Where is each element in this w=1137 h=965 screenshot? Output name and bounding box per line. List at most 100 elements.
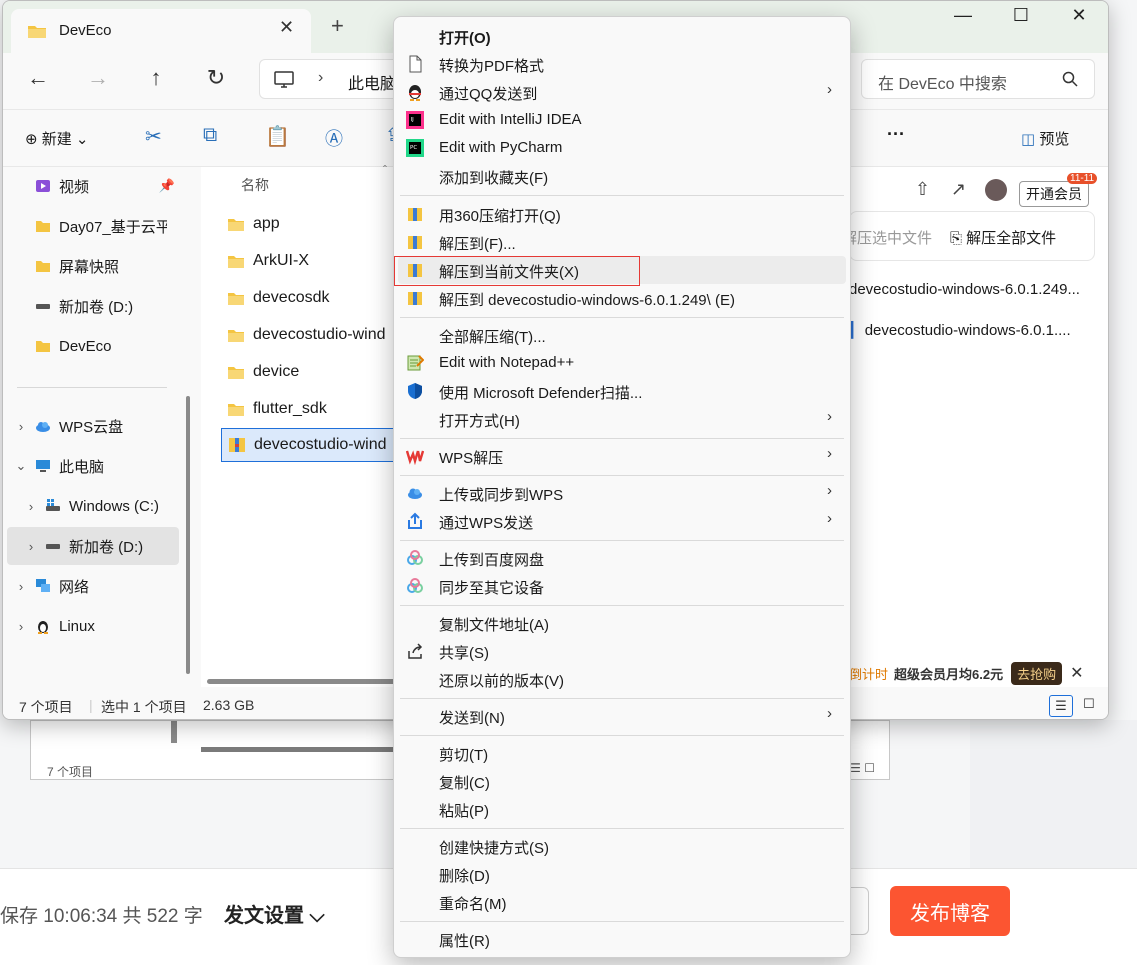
close-window-button[interactable]: ✕	[1059, 5, 1099, 26]
chevron-right-icon[interactable]: ›	[7, 419, 35, 434]
file-row[interactable]: flutter_sdk	[221, 392, 401, 426]
file-row[interactable]: devecostudio-wind	[221, 318, 401, 352]
share-icon[interactable]: ↗	[951, 179, 966, 200]
svg-text:PC: PC	[410, 145, 417, 151]
sidebar-item-windows-c[interactable]: › Windows (C:)	[7, 487, 179, 525]
column-header-name[interactable]: 名称	[241, 175, 269, 195]
menu-item-extract-to[interactable]: 解压到(F)...	[398, 228, 846, 256]
chevron-right-icon[interactable]: ›	[7, 619, 35, 634]
chevron-right-icon[interactable]: ›	[17, 499, 45, 514]
chevron-right-icon[interactable]: ›	[17, 539, 45, 554]
more-options-icon[interactable]: ···	[887, 124, 905, 145]
menu-item-sync-devices[interactable]: 同步至其它设备	[398, 572, 846, 600]
menu-item-pycharm[interactable]: PC Edit with PyCharm	[398, 134, 846, 162]
extract-selected-button[interactable]: 解压选中文件	[842, 227, 932, 248]
menu-item-baidu-upload[interactable]: 上传到百度网盘	[398, 544, 846, 572]
promo-buy-button[interactable]: 去抢购	[1011, 661, 1063, 685]
rename-icon[interactable]: Ⓐ	[325, 125, 343, 151]
menu-item-open[interactable]: 打开(O)	[398, 22, 846, 50]
sidebar-item-drive-d-quick[interactable]: 新加卷 (D:)	[7, 287, 179, 325]
sidebar-item-linux[interactable]: › Linux	[7, 607, 179, 645]
chevron-down-icon[interactable]: ⌄	[7, 458, 35, 474]
menu-item-extract-named[interactable]: 解压到 devecostudio-windows-6.0.1.249\ (E)	[398, 284, 846, 312]
archive-icon	[408, 208, 422, 221]
ghost-scrollbar	[201, 747, 411, 752]
menu-item-notepad[interactable]: Edit with Notepad++	[398, 349, 846, 377]
menu-item-upload-wps[interactable]: 上传或同步到WPS ›	[398, 479, 846, 507]
menu-item-open-with[interactable]: 打开方式(H) ›	[398, 405, 846, 433]
menu-item-extract-all[interactable]: 全部解压缩(T)...	[398, 321, 846, 349]
file-row[interactable]: devecosdk	[221, 281, 401, 315]
sidebar-item-this-pc[interactable]: ⌄ 此电脑	[7, 447, 179, 485]
paste-icon[interactable]: 📋	[265, 124, 290, 149]
menu-item-copy-path[interactable]: 复制文件地址(A)	[398, 609, 846, 637]
copy-icon[interactable]: ⧉	[203, 124, 217, 147]
sidebar-item-drive-d[interactable]: › 新加卷 (D:)	[7, 527, 179, 565]
sidebar-item-deveco[interactable]: DevEco	[7, 327, 179, 365]
menu-item-add-favorites[interactable]: 添加到收藏夹(F)	[398, 162, 846, 190]
tab-deveco[interactable]: DevEco ✕	[11, 9, 311, 53]
menu-item-restore[interactable]: 还原以前的版本(V)	[398, 665, 846, 693]
sidebar-item-wps-cloud[interactable]: › WPS云盘	[7, 407, 179, 445]
member-button[interactable]: 开通会员	[1019, 181, 1089, 207]
back-button[interactable]: ←	[21, 65, 55, 91]
maximize-button[interactable]: ☐	[1001, 5, 1041, 26]
menu-item-copy[interactable]: 复制(C)	[398, 767, 846, 795]
new-button[interactable]: ⊕ 新建 ⌄	[25, 128, 89, 149]
chevron-right-icon[interactable]: ›	[7, 579, 35, 594]
menu-label: 通过WPS发送	[439, 515, 534, 532]
extract-all-button[interactable]: ⎘ 解压全部文件	[950, 227, 1056, 248]
details-view-icon[interactable]: ☰	[1049, 695, 1073, 717]
close-tab-icon[interactable]: ✕	[279, 17, 294, 38]
menu-item-defender[interactable]: 使用 Microsoft Defender扫描...	[398, 377, 846, 405]
file-list-scrollbar[interactable]	[207, 679, 397, 684]
breadcrumb[interactable]: 此电脑	[348, 70, 396, 94]
avatar[interactable]	[985, 179, 1007, 201]
menu-item-create-shortcut[interactable]: 创建快捷方式(S)	[398, 832, 846, 860]
file-row-selected[interactable]: devecostudio-wind	[221, 428, 401, 462]
menu-item-properties[interactable]: 属性(R)	[398, 925, 846, 953]
menu-item-delete[interactable]: 删除(D)	[398, 860, 846, 888]
archive-entry[interactable]: ▍ devecostudio-windows-6.0.1....	[849, 321, 1071, 339]
sidebar-item-screenshots[interactable]: 屏幕快照	[7, 247, 179, 285]
forward-button[interactable]: →	[81, 65, 115, 91]
menu-item-send-qq[interactable]: 通过QQ发送到 ›	[398, 78, 846, 106]
cut-icon[interactable]: ✂	[145, 124, 162, 149]
archive-entry[interactable]: devecostudio-windows-6.0.1.249...	[849, 281, 1080, 298]
menu-item-to-pdf[interactable]: 转换为PDF格式	[398, 50, 846, 78]
sidebar-item-day07[interactable]: Day07_基于云平	[7, 207, 179, 245]
file-row[interactable]: app	[221, 207, 401, 241]
preview-button[interactable]: ◫ 预览	[1021, 128, 1069, 149]
menu-item-send-wps[interactable]: 通过WPS发送 ›	[398, 507, 846, 535]
sidebar-scrollbar[interactable]	[186, 396, 190, 674]
menu-item-wps-extract[interactable]: WPS解压 ›	[398, 442, 846, 470]
sidebar-item-videos[interactable]: 视频 📌	[7, 167, 179, 205]
tiles-view-icon[interactable]: ☐	[1083, 696, 1095, 712]
publish-blog-button[interactable]: 发布博客	[890, 886, 1010, 936]
menu-item-intellij[interactable]: IJ Edit with IntelliJ IDEA	[398, 106, 846, 134]
menu-item-cut[interactable]: 剪切(T)	[398, 739, 846, 767]
status-divider: |	[89, 697, 93, 713]
menu-item-open-360[interactable]: 用360压缩打开(Q)	[398, 200, 846, 228]
upload-icon[interactable]: ⇧	[915, 179, 930, 200]
minimize-button[interactable]: —	[943, 5, 983, 26]
menu-item-paste[interactable]: 粘贴(P)	[398, 795, 846, 823]
menu-item-rename[interactable]: 重命名(M)	[398, 888, 846, 916]
save-status: 保存 10:06:34 共 522 字	[0, 906, 203, 927]
search-input[interactable]: 在 DevEco 中搜索	[878, 70, 1007, 94]
file-row[interactable]: ArkUI-X	[221, 244, 401, 278]
menu-item-send-to[interactable]: 发送到(N) ›	[398, 702, 846, 730]
file-name: devecostudio-wind	[253, 326, 386, 343]
menu-item-share[interactable]: 共享(S)	[398, 637, 846, 665]
refresh-button[interactable]: ↻	[199, 65, 233, 91]
search-box[interactable]: 在 DevEco 中搜索	[861, 59, 1095, 99]
close-icon[interactable]: ✕	[1070, 663, 1083, 683]
monitor-icon	[274, 71, 294, 88]
up-button[interactable]: ↑	[139, 65, 173, 91]
publish-settings-link[interactable]: 发文设置 ⌵	[224, 899, 325, 928]
new-tab-button[interactable]: +	[331, 13, 344, 39]
menu-divider	[400, 195, 844, 196]
file-row[interactable]: device	[221, 355, 401, 389]
sidebar-item-network[interactable]: › 网络	[7, 567, 179, 605]
menu-label: 创建快捷方式(S)	[439, 840, 549, 857]
